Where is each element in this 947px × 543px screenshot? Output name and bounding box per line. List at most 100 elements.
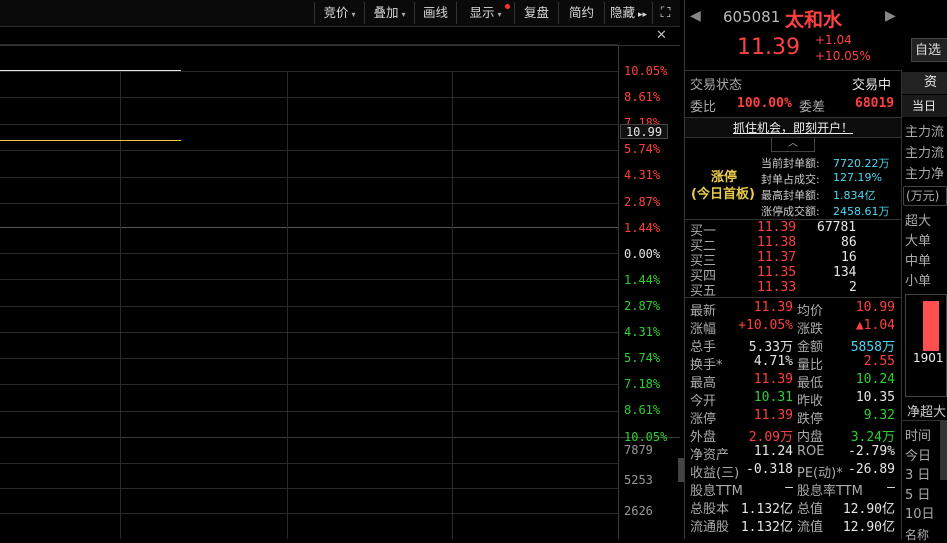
quote-label: 涨停 bbox=[690, 412, 717, 427]
bid-volume: 86 bbox=[841, 235, 857, 250]
quote-label: 换手* bbox=[690, 358, 723, 373]
quote-value: 10.35 bbox=[855, 390, 895, 405]
notification-dot bbox=[505, 4, 510, 9]
quote-value: 11.39 bbox=[753, 372, 793, 387]
bid-price: 11.35 bbox=[757, 265, 797, 280]
auction-label: 竞价 bbox=[323, 5, 349, 20]
quote-value: 4.71% bbox=[753, 354, 793, 369]
hide-label: 隐藏 bbox=[609, 5, 635, 20]
avg-price-line bbox=[0, 140, 181, 141]
limit-row-value: 127.19% bbox=[833, 171, 882, 184]
period-label[interactable]: 今日 bbox=[905, 445, 931, 464]
quote-panel: ◀ 605081 太和水 ▶ 11.39 +1.04 +10.05% 自选 交易… bbox=[685, 0, 947, 542]
quote-label: 涨跌 bbox=[797, 322, 824, 337]
tab-today[interactable]: 当日 bbox=[902, 95, 947, 117]
panel-resize-handle[interactable] bbox=[678, 458, 684, 482]
period-label[interactable]: 10日 bbox=[905, 503, 935, 522]
quote-label: 均价 bbox=[797, 304, 824, 319]
pct-label: 10.05% bbox=[624, 430, 668, 444]
stock-code: 605081 bbox=[723, 8, 781, 26]
quote-label: 最新 bbox=[690, 304, 717, 319]
chevron-down-icon: ▾ bbox=[497, 10, 502, 19]
status-label: 交易状态 bbox=[690, 78, 743, 93]
pct-label: 1.44% bbox=[624, 221, 661, 235]
quote-value: 11.24 bbox=[753, 444, 793, 459]
pct-label: 1.44% bbox=[624, 273, 661, 287]
collapse-icon[interactable]: ︿ bbox=[771, 138, 815, 152]
stock-name: 太和水 bbox=[785, 9, 843, 31]
current-price-tag: 10.99 bbox=[620, 124, 668, 139]
weibi-label: 委比 bbox=[690, 100, 717, 115]
quote-label: 总值 bbox=[797, 502, 824, 517]
quote-value: 5858万 bbox=[850, 340, 895, 355]
capital-scrollbar[interactable] bbox=[940, 420, 947, 480]
volume-label: 7879 bbox=[624, 443, 653, 457]
quote-value: — bbox=[785, 480, 793, 495]
stock-price: 11.39 bbox=[737, 35, 800, 60]
quote-label: 流通股 bbox=[690, 520, 730, 535]
quote-label: ROE bbox=[797, 444, 825, 459]
chart-toolbar: 竞价 ▾ 叠加 ▾ 画线 显示 ▾ 复盘 简约 隐藏 ▸▸ ⛶ bbox=[0, 0, 680, 27]
quote-label: 涨幅 bbox=[690, 322, 717, 337]
quote-label: 最低 bbox=[797, 376, 824, 391]
close-icon[interactable]: ✕ bbox=[656, 27, 672, 45]
zero-pct-label: 0.00% bbox=[624, 247, 661, 261]
quote-label: 净资产 bbox=[690, 448, 730, 463]
quote-value: 11.39 bbox=[753, 300, 793, 315]
next-stock-icon[interactable]: ▶ bbox=[885, 8, 896, 24]
prev-stock-icon[interactable]: ◀ bbox=[690, 8, 701, 24]
quote-value: -2.79% bbox=[848, 444, 895, 459]
limit-row-label: 当前封单额: bbox=[761, 157, 820, 170]
quote-label: 昨收 bbox=[797, 394, 824, 409]
quote-label: 金额 bbox=[797, 340, 824, 355]
stock-change: +1.04 bbox=[815, 33, 852, 47]
draw-line-label: 画线 bbox=[422, 5, 448, 20]
main-net-label: 主力净 bbox=[905, 167, 945, 182]
capital-bar-value: 1901 bbox=[913, 351, 944, 365]
tab-capital[interactable]: 资金 bbox=[902, 72, 947, 112]
bid-price: 11.38 bbox=[757, 235, 797, 250]
period-label[interactable]: 3 日 bbox=[905, 464, 930, 483]
size-label: 超大 bbox=[905, 214, 932, 229]
overlay-dropdown[interactable]: 叠加 ▾ bbox=[364, 2, 414, 24]
expand-icon[interactable]: ⛶ bbox=[652, 2, 678, 24]
quote-value: 2.09万 bbox=[748, 430, 793, 445]
draw-line-button[interactable]: 画线 bbox=[414, 2, 456, 24]
auction-dropdown[interactable]: 竞价 ▾ bbox=[314, 2, 364, 24]
double-arrow-icon: ▸▸ bbox=[637, 10, 648, 20]
quote-label: 外盘 bbox=[690, 430, 717, 445]
quote-label: 总股本 bbox=[690, 502, 730, 517]
main-flow-out-label: 主力流 bbox=[905, 146, 945, 161]
watchlist-button[interactable]: 自选 bbox=[911, 38, 947, 62]
bid-volume: 16 bbox=[841, 250, 857, 265]
chevron-down-icon: ▾ bbox=[351, 10, 356, 19]
pct-label: 8.61% bbox=[624, 403, 661, 417]
limit-row-label: 封单占成交: bbox=[761, 173, 820, 186]
weicha-value: 68019 bbox=[855, 96, 895, 111]
limit-row-label: 最高封单额: bbox=[761, 189, 820, 202]
bid-price: 11.39 bbox=[757, 220, 797, 235]
quote-value: -26.89 bbox=[848, 462, 895, 477]
quote-value: 2.55 bbox=[863, 354, 895, 369]
open-account-banner[interactable]: 抓住机会，即刻开户！ bbox=[685, 117, 901, 138]
quote-value: 10.99 bbox=[855, 300, 895, 315]
name-label: 名称 bbox=[905, 528, 930, 542]
period-label[interactable]: 5 日 bbox=[905, 484, 930, 503]
quote-value: 11.39 bbox=[753, 408, 793, 423]
hide-button[interactable]: 隐藏 ▸▸ bbox=[604, 2, 652, 24]
intraday-chart: ✕ 10.05% 8.61% 7.18% 10.99 5.74% 4.31% 2… bbox=[0, 27, 680, 539]
quote-label: 今开 bbox=[690, 394, 717, 409]
quote-value: 10.24 bbox=[855, 372, 895, 387]
price-line bbox=[0, 70, 181, 71]
simple-button[interactable]: 简约 bbox=[558, 2, 604, 24]
bid-price: 11.37 bbox=[757, 250, 797, 265]
replay-label: 复盘 bbox=[523, 5, 549, 20]
limit-row-value: 7720.22万 bbox=[833, 157, 890, 170]
limit-row-label: 涨停成交额: bbox=[761, 205, 820, 218]
replay-button[interactable]: 复盘 bbox=[514, 2, 558, 24]
bid-volume: 67781 bbox=[817, 220, 857, 235]
quote-value: 1.132亿 bbox=[740, 520, 793, 535]
time-header: 时间 bbox=[905, 429, 932, 444]
size-label: 大单 bbox=[905, 234, 932, 249]
bid-price: 11.33 bbox=[757, 280, 797, 295]
